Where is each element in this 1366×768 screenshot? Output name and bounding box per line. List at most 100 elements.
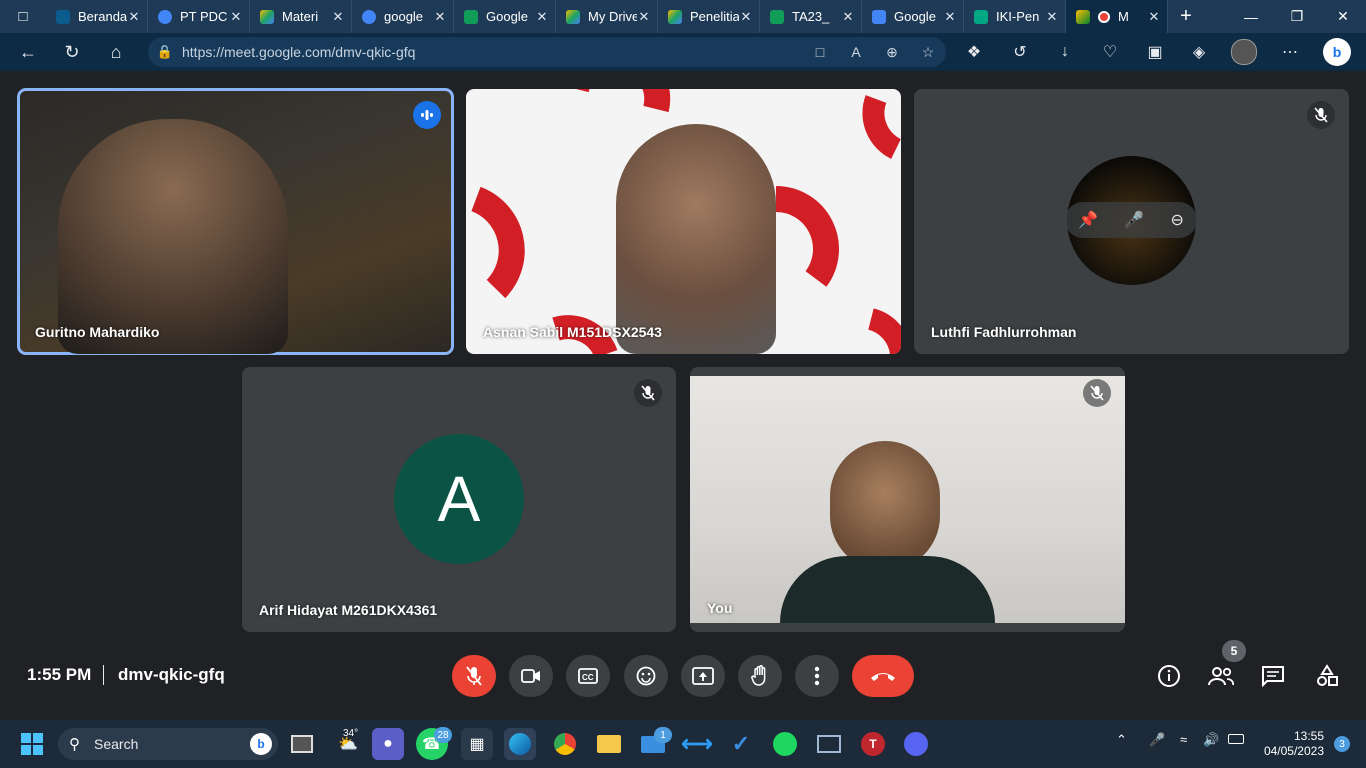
zoom-icon[interactable]: ⊕ bbox=[874, 44, 910, 61]
close-tab-icon[interactable]: ✕ bbox=[229, 9, 243, 25]
close-tab-icon[interactable]: ✕ bbox=[127, 9, 141, 25]
participant-tile[interactable]: Asnan Sabil M151DSX2543 bbox=[466, 89, 901, 354]
tab-google-search[interactable]: google ✕ bbox=[352, 0, 454, 33]
restore-button[interactable]: ❐ bbox=[1274, 0, 1320, 33]
close-tab-icon[interactable]: ✕ bbox=[433, 9, 447, 25]
participant-tile[interactable]: Guritno Mahardiko bbox=[17, 88, 454, 355]
browser-essentials-icon[interactable]: ♡ bbox=[1088, 33, 1132, 71]
more-options-button[interactable] bbox=[795, 655, 839, 697]
participant-tile[interactable]: A Arif Hidayat M261DKX4361 bbox=[242, 367, 676, 632]
spotify-icon[interactable] bbox=[769, 728, 801, 760]
close-tab-icon[interactable]: ✕ bbox=[637, 9, 651, 25]
edge-icon[interactable] bbox=[504, 728, 536, 760]
divider bbox=[103, 665, 104, 685]
tab-meet[interactable]: M ✕ bbox=[1066, 0, 1168, 33]
reactions-button[interactable] bbox=[624, 655, 668, 697]
workspaces-icon[interactable]: □ bbox=[0, 0, 46, 33]
back-button[interactable]: ← bbox=[6, 33, 50, 71]
teams-icon[interactable]: ● bbox=[372, 728, 404, 760]
chat-icon[interactable] bbox=[1257, 660, 1289, 692]
close-window-button[interactable]: ✕ bbox=[1320, 0, 1366, 33]
participant-name: You bbox=[707, 600, 733, 616]
vscode-icon[interactable]: ⟷ bbox=[681, 728, 713, 760]
close-tab-icon[interactable]: ✕ bbox=[739, 9, 753, 25]
volume-icon[interactable]: 🔊 bbox=[1203, 732, 1219, 748]
microsoft-store-icon[interactable]: ▦ bbox=[461, 728, 493, 760]
tray-overflow-icon[interactable]: ⌃ bbox=[1116, 732, 1127, 748]
close-tab-icon[interactable]: ✕ bbox=[535, 9, 549, 25]
self-view-tile[interactable]: You bbox=[690, 367, 1125, 632]
refresh-button[interactable]: ↻ bbox=[50, 33, 94, 71]
bing-icon[interactable]: b bbox=[250, 733, 272, 755]
downloads-icon[interactable]: ↓ bbox=[1043, 33, 1087, 71]
close-tab-icon[interactable]: ✕ bbox=[331, 9, 345, 25]
people-icon[interactable] bbox=[1205, 660, 1237, 692]
tab-pt-pdc[interactable]: PT PDC ✕ bbox=[148, 0, 250, 33]
new-tab-button[interactable]: + bbox=[1168, 0, 1204, 33]
read-aloud-icon[interactable]: A bbox=[838, 44, 874, 60]
copilot-icon[interactable]: ◈ bbox=[1177, 33, 1221, 71]
profile-avatar[interactable] bbox=[1222, 33, 1266, 71]
file-explorer-icon[interactable] bbox=[593, 728, 625, 760]
task-view-icon[interactable] bbox=[286, 728, 318, 760]
tab-google-sheets[interactable]: Google ✕ bbox=[454, 0, 556, 33]
participant-count-badge: 5 bbox=[1222, 640, 1246, 662]
meeting-details-icon[interactable] bbox=[1153, 660, 1185, 692]
tab-favicon bbox=[56, 9, 70, 24]
home-button[interactable]: ⌂ bbox=[94, 33, 138, 71]
recording-icon bbox=[1098, 10, 1110, 23]
tab-penelitian[interactable]: Penelitian ✕ bbox=[658, 0, 760, 33]
bing-icon[interactable]: b bbox=[1315, 33, 1359, 71]
svg-text:CC: CC bbox=[582, 673, 594, 682]
tab-my-drive[interactable]: My Drive ✕ bbox=[556, 0, 658, 33]
leave-call-button[interactable] bbox=[852, 655, 914, 697]
camera-permission-icon[interactable]: □ bbox=[802, 44, 838, 60]
mail-badge: 1 bbox=[654, 727, 672, 743]
battery-icon[interactable] bbox=[1228, 732, 1244, 747]
activities-icon[interactable] bbox=[1311, 660, 1343, 692]
photos-icon[interactable] bbox=[813, 728, 845, 760]
app-t-icon[interactable]: T bbox=[857, 728, 889, 760]
lock-icon[interactable]: 🔒 bbox=[148, 44, 182, 60]
tab-ta23[interactable]: TA23_ ✕ bbox=[760, 0, 862, 33]
captions-button[interactable]: CC bbox=[566, 655, 610, 697]
remove-participant-icon[interactable]: ⊖ bbox=[1170, 210, 1183, 230]
wifi-icon[interactable]: ≈ bbox=[1180, 732, 1187, 747]
camera-toggle-button[interactable] bbox=[509, 655, 553, 697]
history-icon[interactable]: ↺ bbox=[998, 33, 1042, 71]
taskbar-search[interactable]: ⚲ Search b bbox=[58, 728, 278, 760]
tab-label: Materi bbox=[282, 9, 319, 24]
system-clock[interactable]: 13:55 04/05/2023 bbox=[1264, 729, 1324, 759]
address-bar[interactable]: 🔒 https://meet.google.com/dmv-qkic-gfq □… bbox=[148, 37, 946, 67]
collections-icon[interactable]: ▣ bbox=[1133, 33, 1177, 71]
weather-temperature: 34° bbox=[343, 728, 359, 739]
start-button[interactable] bbox=[16, 728, 48, 760]
minimize-button[interactable]: — bbox=[1228, 0, 1274, 33]
present-screen-button[interactable] bbox=[681, 655, 725, 697]
mic-toggle-button[interactable] bbox=[452, 655, 496, 697]
search-favicon bbox=[158, 9, 172, 24]
chrome-icon[interactable] bbox=[549, 728, 581, 760]
microphone-tray-icon[interactable]: 🎤 bbox=[1149, 732, 1165, 748]
meeting-code[interactable]: dmv-qkic-gfq bbox=[118, 665, 225, 685]
url-text[interactable]: https://meet.google.com/dmv-qkic-gfq bbox=[182, 44, 802, 60]
raise-hand-button[interactable] bbox=[738, 655, 782, 697]
notification-badge[interactable]: 3 bbox=[1334, 736, 1350, 752]
add-favorite-icon[interactable]: ☆ bbox=[910, 44, 946, 61]
close-tab-icon[interactable]: ✕ bbox=[841, 9, 855, 25]
close-tab-icon[interactable]: ✕ bbox=[1045, 9, 1059, 25]
pin-icon[interactable]: 📌 bbox=[1078, 210, 1098, 230]
discord-icon[interactable] bbox=[900, 728, 932, 760]
tab-beranda[interactable]: Beranda ✕ bbox=[46, 0, 148, 33]
mute-participant-icon[interactable]: 🎤 bbox=[1124, 210, 1144, 230]
extensions-icon[interactable]: ❖ bbox=[952, 33, 996, 71]
tab-materi[interactable]: Materi ✕ bbox=[250, 0, 352, 33]
tab-iki-pen[interactable]: IKI-Pen ✕ bbox=[964, 0, 1066, 33]
participant-tile[interactable]: 📌 🎤 ⊖ Luthfi Fadhlurrohman bbox=[914, 89, 1349, 354]
close-tab-icon[interactable]: ✕ bbox=[1147, 9, 1161, 25]
tab-label: google bbox=[384, 9, 424, 24]
settings-menu-icon[interactable]: ⋯ bbox=[1268, 33, 1312, 71]
close-tab-icon[interactable]: ✕ bbox=[943, 9, 957, 25]
todo-icon[interactable]: ✓ bbox=[725, 728, 757, 760]
tab-google-docs[interactable]: Google ✕ bbox=[862, 0, 964, 33]
